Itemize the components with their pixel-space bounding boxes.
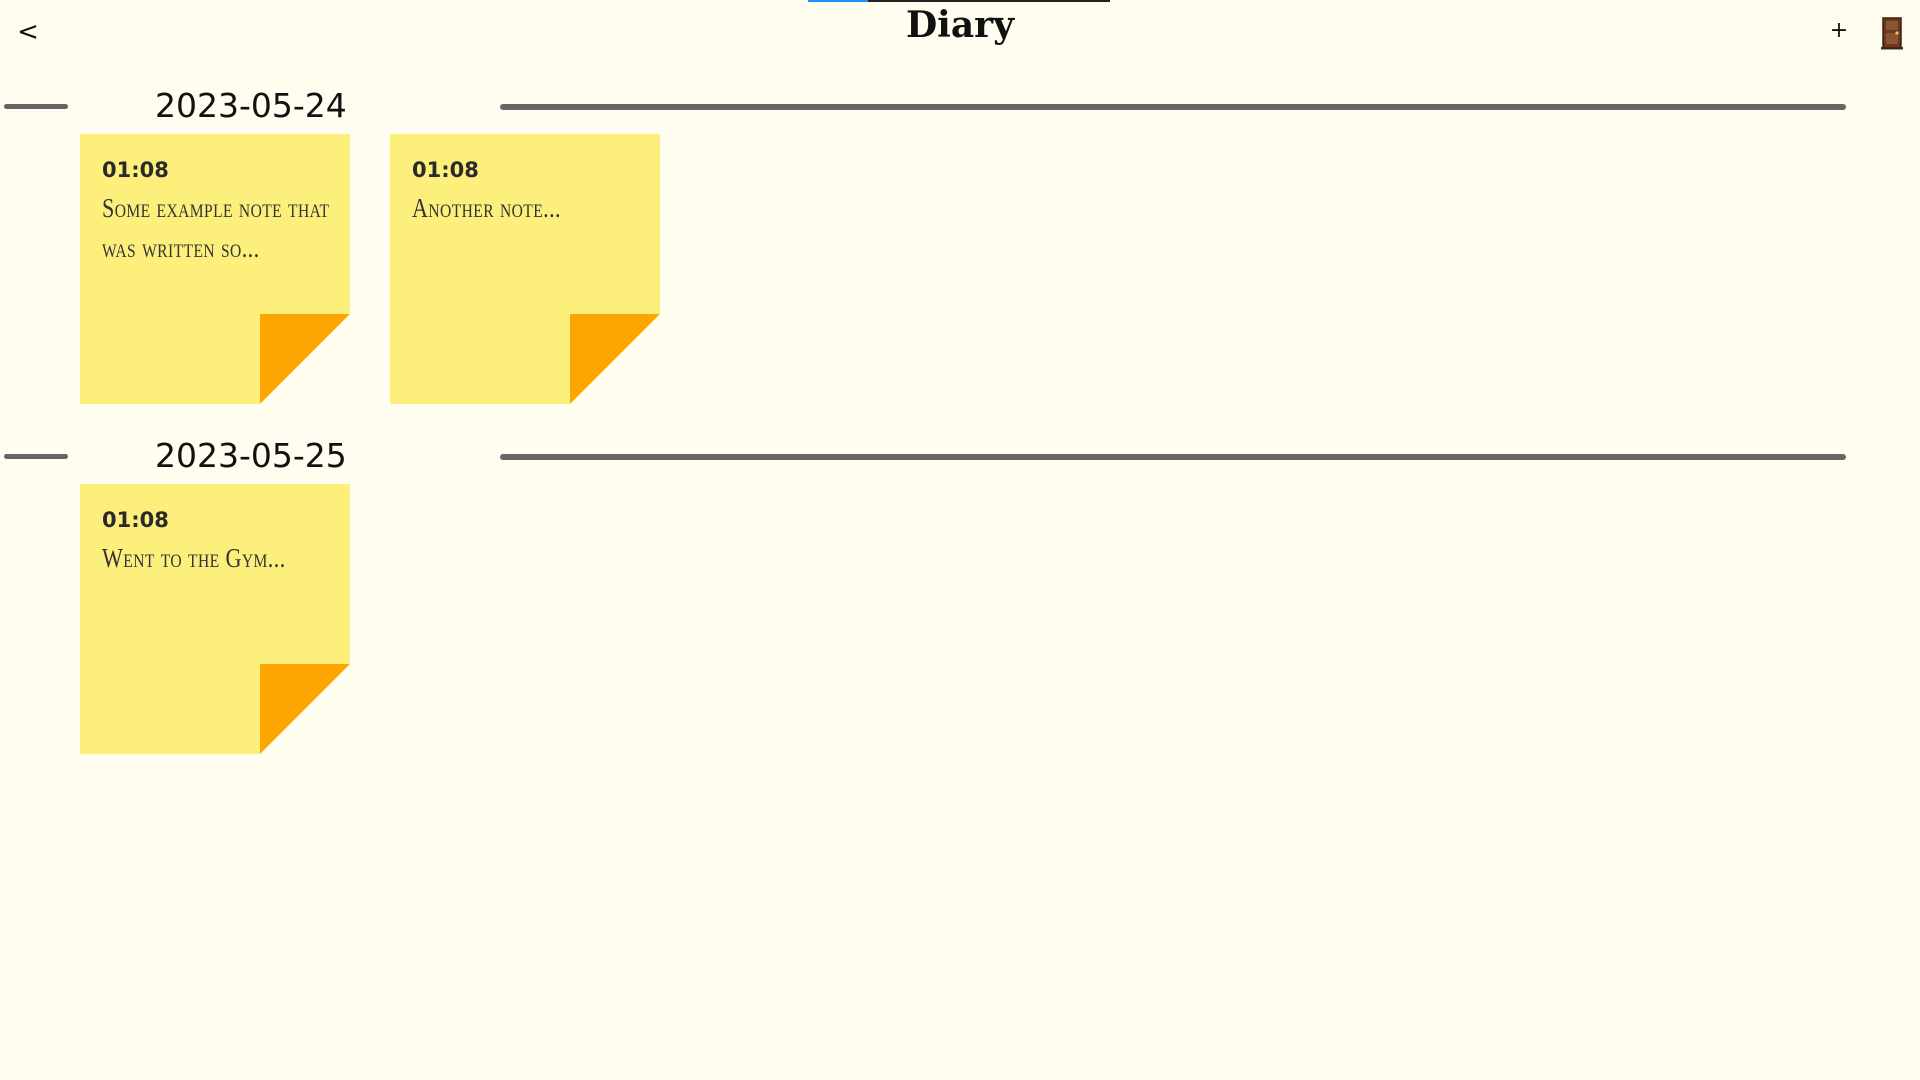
note-preview: Another note... xyxy=(412,193,561,223)
page-title: Diary xyxy=(905,4,1015,46)
divider-right xyxy=(500,454,1846,460)
add-note-button[interactable]: + xyxy=(1826,16,1852,46)
note-card[interactable]: 01:08 Went to the Gym... xyxy=(80,484,350,754)
app-header: < Diary + xyxy=(0,0,1920,60)
divider-right xyxy=(500,104,1846,110)
logout-button[interactable] xyxy=(1878,16,1906,50)
notes-row: 01:08 Went to the Gym... xyxy=(80,484,1780,754)
note-preview: Some example note that was written so... xyxy=(102,193,330,263)
door-icon xyxy=(1878,17,1906,53)
day-header: 2023-05-25 xyxy=(0,434,1920,478)
notes-row: 01:08 Some example note that was written… xyxy=(80,134,1780,404)
note-preview: Went to the Gym... xyxy=(102,543,286,573)
note-time: 01:08 xyxy=(102,508,169,532)
divider-left xyxy=(4,104,68,109)
day-header: 2023-05-24 xyxy=(0,84,1920,128)
day-section: 2023-05-24 01:08 Some example note that … xyxy=(0,84,1920,404)
page-fold-icon xyxy=(570,314,660,404)
day-section: 2023-05-25 01:08 Went to the Gym... xyxy=(0,434,1920,754)
day-date: 2023-05-24 xyxy=(155,86,347,125)
note-card[interactable]: 01:08 Some example note that was written… xyxy=(80,134,350,404)
note-time: 01:08 xyxy=(412,158,479,182)
day-date: 2023-05-25 xyxy=(155,436,347,475)
divider-left xyxy=(4,454,68,459)
page-fold-icon xyxy=(260,664,350,754)
note-time: 01:08 xyxy=(102,158,169,182)
note-card[interactable]: 01:08 Another note... xyxy=(390,134,660,404)
page-fold-icon xyxy=(260,314,350,404)
